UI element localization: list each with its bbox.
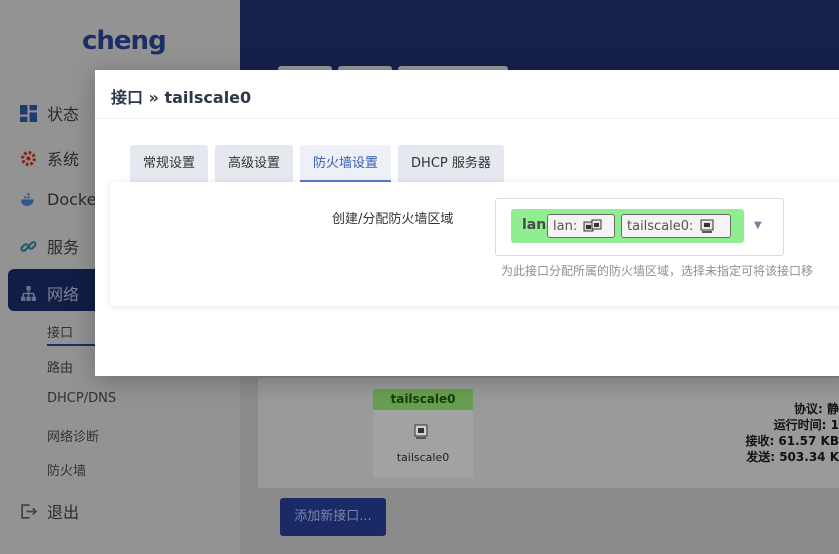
firewall-zone-help: 为此接口分配所属的防火墙区域，选择未指定可将该接口移 bbox=[501, 264, 814, 278]
interface-badge: tailscale0 bbox=[373, 389, 473, 410]
firewall-settings-panel: 创建/分配防火墙区域 lan lan: tailscale0: ▼ 为此接口分配… bbox=[110, 182, 839, 306]
brand-logo: cheng bbox=[82, 26, 167, 56]
zone-name: lan bbox=[522, 217, 547, 233]
sidebar-item-docker[interactable]: Docker bbox=[20, 190, 103, 209]
sidebar-item-label: 网络 bbox=[47, 285, 80, 304]
tab-advanced[interactable]: 高级设置 bbox=[215, 145, 294, 182]
network-tree-icon bbox=[21, 285, 36, 301]
stat-uptime: 运行时间: 1 bbox=[773, 418, 839, 432]
tab-dhcp[interactable]: DHCP 服务器 bbox=[398, 145, 504, 182]
sidebar-item-services[interactable]: 服务 bbox=[20, 234, 79, 258]
gear-icon bbox=[21, 150, 36, 166]
tab-general[interactable]: 常规设置 bbox=[130, 145, 209, 182]
sidebar-item-status[interactable]: 状态 bbox=[20, 101, 79, 125]
network-chip-tailscale0: tailscale0: bbox=[621, 214, 731, 238]
interface-card bbox=[373, 410, 473, 478]
network-label: tailscale0: bbox=[627, 218, 694, 234]
sidebar-subitem-routes[interactable]: 路由 bbox=[47, 357, 73, 376]
docker-whale-icon bbox=[21, 193, 34, 206]
modal-title: 接口 » tailscale0 bbox=[111, 88, 252, 107]
interface-edit-modal: 接口 » tailscale0 常规设置 高级设置 防火墙设置 DHCP 服务器… bbox=[95, 70, 839, 376]
dashboard-icon bbox=[20, 104, 37, 122]
firewall-zone-label: 创建/分配防火墙区域 bbox=[332, 212, 454, 227]
link-icon bbox=[20, 240, 37, 252]
sidebar-item-label: 服务 bbox=[47, 238, 80, 257]
sidebar-subitem-firewall[interactable]: 防火墙 bbox=[47, 460, 86, 479]
sidebar-subitem-diagnostics[interactable]: 网络诊断 bbox=[47, 426, 99, 445]
sidebar-item-system[interactable]: 系统 bbox=[20, 146, 79, 170]
zone-chip-lan: lan lan: tailscale0: bbox=[511, 209, 744, 243]
add-interface-button[interactable]: 添加新接口... bbox=[280, 498, 386, 536]
sidebar-item-label: 状态 bbox=[47, 105, 80, 124]
modal-tabs: 常规设置 高级设置 防火墙设置 DHCP 服务器 bbox=[130, 145, 504, 182]
sidebar-subitem-dhcp-dns[interactable]: DHCP/DNS bbox=[47, 391, 116, 406]
sidebar-item-logout[interactable]: 退出 bbox=[20, 499, 79, 523]
ethernet-ports-icon bbox=[583, 219, 602, 232]
network-label: lan: bbox=[553, 218, 578, 234]
interface-stats: 协议: 静 运行时间: 1 接收: 61.57 KB 发送: 503.34 K bbox=[745, 401, 839, 465]
stat-protocol: 协议: 静 bbox=[794, 402, 839, 416]
stat-tx: 发送: 503.34 K bbox=[746, 450, 839, 464]
modal-divider bbox=[95, 118, 839, 119]
sidebar-item-label: 退出 bbox=[47, 503, 80, 522]
sidebar-subitem-interfaces[interactable]: 接口 bbox=[47, 322, 73, 341]
stat-rx: 接收: 61.57 KB bbox=[745, 434, 839, 448]
sidebar-item-label: 系统 bbox=[47, 150, 80, 169]
tab-firewall[interactable]: 防火墙设置 bbox=[300, 145, 392, 182]
chevron-down-icon[interactable]: ▼ bbox=[754, 220, 762, 231]
active-subitem-underline bbox=[47, 344, 95, 346]
firewall-zone-select[interactable]: lan lan: tailscale0: ▼ bbox=[495, 198, 784, 256]
ethernet-port-icon bbox=[414, 424, 428, 439]
network-chip-lan: lan: bbox=[547, 214, 615, 238]
ethernet-port-icon bbox=[700, 219, 714, 233]
sidebar-item-network-label: 网络 bbox=[20, 281, 79, 305]
interface-name: tailscale0 bbox=[396, 451, 450, 464]
logout-icon bbox=[21, 503, 37, 519]
